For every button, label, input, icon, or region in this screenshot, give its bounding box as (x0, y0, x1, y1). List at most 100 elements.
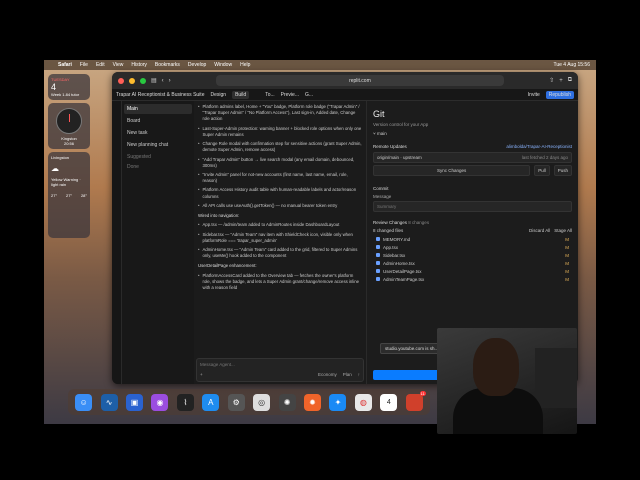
message-placeholder: Message Agent... (200, 362, 235, 367)
chrome-icon[interactable]: ◍ (354, 393, 372, 411)
zoom-window-button[interactable] (140, 77, 146, 84)
list-item: Sidebar.tsx — "Admin Team" nav item with… (198, 232, 362, 244)
changed-file-row[interactable]: AdminHome.tsx M (373, 259, 572, 267)
share-icon[interactable]: ⇧ (549, 77, 554, 84)
app-title[interactable]: Trapar AI Receptionist & Business Suite (116, 92, 204, 98)
chat-text: AdminHome.tsx — "Admin Team" card added … (202, 246, 358, 259)
desktop-widgets: TUESDAY 4 Week 1.84 tutor Kingston 20:56… (48, 74, 90, 241)
tab-design[interactable]: Design (210, 92, 226, 98)
changed-file-row[interactable]: App.tsx M (373, 243, 572, 251)
weather-icon: ☁ (51, 164, 59, 173)
calendar-icon[interactable]: 4 (380, 393, 398, 411)
stage-all-button[interactable]: Stage All (554, 228, 572, 233)
activity-icon[interactable]: ⌇ (176, 393, 194, 411)
plan-toggle[interactable]: Plan (343, 372, 352, 379)
upstream-label: upstream (403, 155, 422, 160)
icon-rail (112, 101, 122, 384)
menu-safari[interactable]: Safari (58, 62, 72, 68)
sidebar-item-board[interactable]: Board (124, 116, 192, 126)
sidebar-item-new-planning-chat[interactable]: New planning chat (124, 140, 192, 150)
section-heading: Wired into navigation: (198, 213, 240, 219)
invite-button[interactable]: Invite (528, 92, 540, 98)
wave-icon[interactable]: ∿ (100, 393, 118, 411)
pane-tab-preview[interactable]: Previe... (281, 92, 299, 98)
menu-window[interactable]: Window (214, 62, 232, 68)
file-icon (376, 237, 380, 241)
appstore-icon[interactable]: A (202, 393, 220, 411)
url-text: replit.com (349, 77, 371, 84)
address-bar[interactable]: replit.com (215, 75, 505, 86)
menu-history[interactable]: History (131, 62, 147, 68)
mode-select[interactable]: Economy (318, 372, 337, 379)
menu-develop[interactable]: Develop (188, 62, 206, 68)
new-tab-icon[interactable]: + (559, 78, 563, 84)
pane-tab-tools[interactable]: To... (265, 92, 274, 98)
menu-file[interactable]: File (80, 62, 88, 68)
chat-text: App.tsx — /admin/team added to AdminRout… (202, 222, 340, 228)
changed-file-row[interactable]: MEMORY.md M (373, 235, 572, 243)
summary-input[interactable]: Summary (373, 201, 572, 212)
menu-edit[interactable]: Edit (96, 62, 105, 68)
file-name: App.tsx (383, 244, 399, 250)
menubar-clock[interactable]: Tue 4 Aug 15:56 (553, 62, 590, 68)
sidebar-toggle-icon[interactable]: ▤ (151, 77, 157, 84)
settings-icon[interactable]: ✹ (304, 393, 321, 411)
remote-repo-link[interactable]: alimbolda/Trapar-AI-Receptionist (506, 144, 572, 149)
changed-file-row[interactable]: AdminTeamPage.tsx M (373, 275, 572, 283)
presenter-face (473, 338, 519, 396)
screen-recording-frame: Safari File Edit View History Bookmarks … (0, 0, 640, 480)
sidebar-item-new-task[interactable]: New task (124, 128, 192, 138)
sidebar-item-main[interactable]: Main (124, 104, 192, 114)
mail-icon[interactable]: 11 (405, 390, 426, 411)
webcam-overlay (437, 328, 577, 434)
menu-bookmarks[interactable]: Bookmarks (155, 62, 180, 68)
finder-icon[interactable]: ☺ (75, 393, 93, 411)
calendar-widget[interactable]: TUESDAY 4 Week 1.84 tutor (48, 74, 90, 100)
browser-toolbar: ▤ ‹ › replit.com ⇧ + ⧉ (112, 72, 578, 89)
files-icon[interactable]: ▣ (126, 393, 144, 411)
widget-date: 4 (51, 82, 57, 92)
last-fetched: last fetched 2 days ago (521, 155, 568, 160)
clock-widget[interactable]: Kingston 20:56 (48, 103, 90, 149)
weather-note: Yellow Warning · light rain (51, 177, 81, 187)
chatbox-controls: + Economy Plan ↑ (200, 372, 360, 379)
changed-file-row[interactable]: Sidebar.tsx M (373, 251, 572, 259)
menu-help[interactable]: Help (240, 62, 250, 68)
gear-icon[interactable]: ⚙ (227, 393, 245, 411)
changed-files-count: 8 changed files (373, 228, 404, 233)
file-name: MEMORY.md (383, 236, 411, 242)
branch-selector[interactable]: ⑂ main (373, 131, 572, 136)
list-item: All API calls use useAuth().getToken() —… (198, 203, 362, 209)
modified-icon: M (565, 236, 569, 242)
back-icon[interactable]: ‹ (162, 78, 164, 84)
openai-icon[interactable]: ✺ (278, 393, 296, 411)
temp-value: 27° (65, 193, 73, 198)
screen-share-notice[interactable]: studio.youtube.com is sh... (380, 343, 444, 354)
pull-button[interactable]: Pull (534, 165, 550, 176)
modified-icon: M (565, 244, 569, 250)
sidebar-done-label[interactable]: Done (124, 162, 192, 172)
push-button[interactable]: Push (553, 165, 572, 176)
tab-build[interactable]: Build (232, 90, 250, 99)
safari-icon[interactable]: ✦ (329, 393, 347, 411)
sync-changes-button[interactable]: Sync Changes (373, 165, 531, 176)
changed-file-row[interactable]: UserDetailPage.tsx M (373, 267, 572, 275)
minimize-window-button[interactable] (129, 77, 135, 84)
chat-text: "Invite Admin" panel for not-new account… (202, 171, 348, 184)
origin-branch: origin/main (377, 155, 400, 160)
tab-overview-icon[interactable]: ⧉ (568, 77, 572, 84)
send-icon[interactable]: ↑ (358, 372, 360, 379)
close-window-button[interactable] (118, 77, 124, 84)
menu-view[interactable]: View (113, 62, 124, 68)
weather-widget[interactable]: Livingston ☁ Yellow Warning · light rain… (48, 152, 90, 238)
forward-icon[interactable]: › (169, 78, 171, 84)
message-agent-input[interactable]: Message Agent... + Economy Plan ↑ (196, 358, 364, 382)
chrome-icon[interactable]: ◎ (253, 393, 271, 411)
add-icon[interactable]: + (200, 372, 203, 379)
pane-tab-git[interactable]: G... (305, 92, 313, 98)
task-sidebar: Main Board New task New planning chat Su… (122, 101, 194, 384)
podcast-icon[interactable]: ◉ (151, 393, 169, 411)
republish-button[interactable]: Republish (545, 90, 574, 99)
discard-all-button[interactable]: Discard All (529, 228, 550, 233)
file-icon (376, 269, 380, 273)
